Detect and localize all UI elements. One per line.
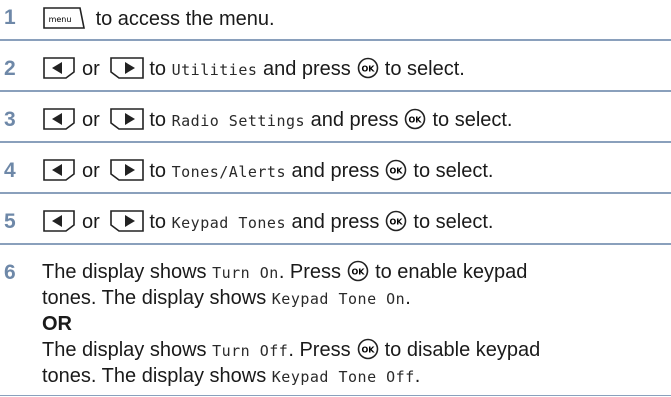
ok-key-icon: OK	[357, 338, 378, 360]
or-label: OR	[42, 313, 72, 335]
divider	[0, 141, 671, 143]
display-text: Utilities	[171, 61, 258, 79]
divider	[0, 243, 671, 245]
ok-key-icon: OK	[405, 108, 426, 130]
svg-text:OK: OK	[409, 116, 423, 125]
right-arrow-key-icon	[110, 159, 145, 181]
step-6-line-3: The display shows Turn Off. Press OK to …	[42, 338, 541, 361]
right-arrow-key-icon	[110, 57, 145, 79]
step-6-line-1: The display shows Turn On. Press OK to e…	[42, 260, 528, 283]
svg-text:OK: OK	[352, 268, 366, 277]
display-text: Keypad Tone On	[271, 290, 406, 308]
ok-key-icon: OK	[386, 210, 407, 232]
step-number: 6	[4, 261, 16, 284]
divider	[0, 395, 671, 396]
step-number: 3	[4, 108, 16, 131]
menu-key-label: menu	[49, 15, 72, 24]
left-arrow-key-icon	[43, 57, 75, 79]
ok-key-icon: OK	[386, 159, 407, 181]
divider	[0, 39, 671, 41]
svg-text:OK: OK	[390, 218, 404, 227]
right-arrow-key-icon	[110, 108, 145, 130]
menu-key-icon: menu	[43, 7, 85, 29]
step-number: 4	[4, 159, 16, 182]
divider	[0, 90, 671, 92]
display-text: Radio Settings	[171, 112, 306, 130]
display-text: Turn Off	[212, 342, 289, 360]
svg-text:OK: OK	[390, 167, 404, 176]
step-text: to access the menu.	[95, 8, 275, 30]
ok-key-icon: OK	[357, 57, 379, 79]
left-arrow-key-icon	[43, 210, 75, 232]
display-text: Turn On	[212, 264, 279, 282]
divider	[0, 192, 671, 194]
step-number: 5	[4, 210, 16, 233]
step-6-line-2: tones. The display shows Keypad Tone On.	[42, 287, 411, 309]
left-arrow-key-icon	[43, 108, 75, 130]
svg-text:OK: OK	[361, 346, 375, 355]
step-number: 1	[4, 6, 16, 29]
step-number: 2	[4, 57, 16, 80]
left-arrow-key-icon	[43, 159, 75, 181]
step-6-line-4: tones. The display shows Keypad Tone Off…	[42, 365, 421, 387]
svg-text:OK: OK	[361, 65, 375, 74]
right-arrow-key-icon	[110, 210, 145, 232]
display-text: Tones/Alerts	[171, 163, 286, 181]
display-text: Keypad Tones	[171, 214, 286, 232]
display-text: Keypad Tone Off	[271, 368, 415, 386]
ok-key-icon: OK	[347, 260, 369, 282]
